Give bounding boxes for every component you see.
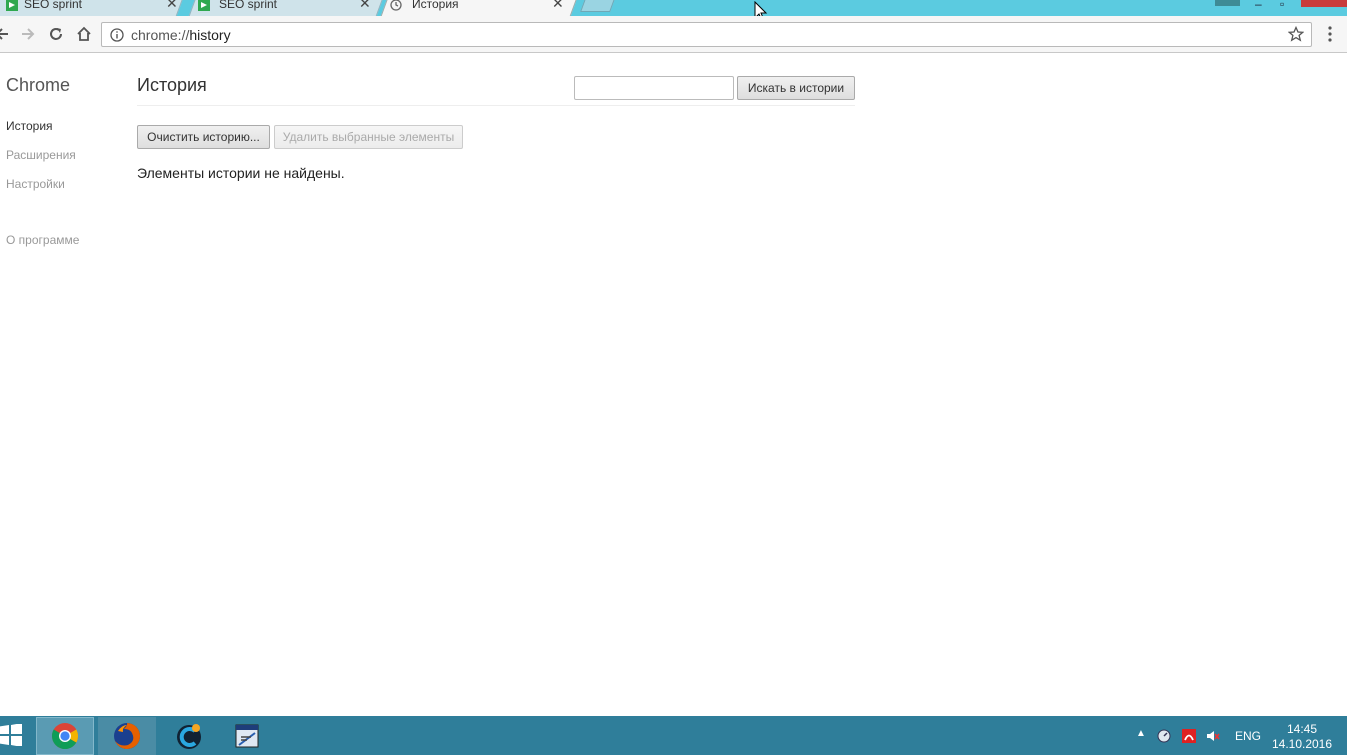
tab-strip: SEO sprint ✕ SEO sprint ✕ История ✕ – ▫ (0, 0, 1347, 16)
language-indicator[interactable]: ENG (1235, 729, 1261, 743)
chrome-icon (51, 723, 79, 750)
windows-start-icon[interactable] (0, 724, 22, 746)
history-search-input[interactable] (574, 76, 734, 100)
window-close-button[interactable] (1301, 0, 1347, 7)
firefox-icon (114, 723, 140, 749)
tab-title: История (412, 0, 459, 11)
tab-seo-sprint-2[interactable]: SEO sprint ✕ (187, 0, 385, 16)
back-button[interactable] (0, 24, 12, 44)
volume-muted-icon[interactable] (1206, 729, 1220, 743)
page-title: История (137, 75, 207, 95)
forward-arrow-icon (22, 28, 35, 40)
seo-sprint-favicon-icon (6, 0, 18, 11)
sidebar-item-settings[interactable]: Настройки (6, 177, 65, 191)
delete-selected-button[interactable]: Удалить выбранные элементы (274, 125, 463, 149)
url-path: history (189, 27, 231, 43)
minimize-icon[interactable]: – (1255, 0, 1262, 11)
sidebar-item-extensions[interactable]: Расширения (6, 148, 76, 162)
bookmark-star-icon[interactable] (1288, 26, 1304, 42)
tab-seo-sprint-1[interactable]: SEO sprint ✕ (0, 0, 185, 16)
address-bar[interactable]: chrome://history (101, 22, 1312, 47)
info-icon[interactable] (110, 28, 124, 42)
sidebar-item-about[interactable]: О программе (6, 233, 79, 247)
tab-close-icon[interactable]: ✕ (166, 0, 178, 10)
url-text: chrome://history (131, 27, 231, 43)
search-history-button[interactable]: Искать в истории (737, 76, 855, 100)
clear-history-button[interactable]: Очистить историю... (137, 125, 270, 149)
url-scheme: chrome:// (131, 27, 190, 43)
clock-time: 14:45 (1286, 722, 1318, 736)
chrome-menu-icon[interactable] (1322, 24, 1338, 44)
sidebar-item-history[interactable]: История (6, 119, 53, 133)
ccleaner-icon (177, 724, 201, 749)
network-icon[interactable] (1157, 729, 1171, 743)
tab-close-icon[interactable]: ✕ (359, 0, 371, 10)
back-arrow-icon (0, 28, 8, 40)
home-button[interactable] (74, 24, 94, 44)
taskbar-firefox[interactable] (98, 717, 156, 755)
windows-taskbar: ▲ ENG 14:45 14.10.2016 (0, 716, 1347, 755)
tab-history[interactable]: История ✕ (379, 0, 579, 16)
forward-button[interactable] (18, 24, 38, 44)
antivirus-icon[interactable] (1182, 729, 1196, 743)
sidebar-brand: Chrome (6, 75, 71, 95)
taskbar-app-window[interactable] (218, 717, 276, 755)
tab-title: SEO sprint (219, 0, 278, 11)
taskbar-ccleaner[interactable] (160, 717, 218, 755)
tab-title: SEO sprint (24, 0, 83, 11)
new-tab-button[interactable] (580, 0, 616, 12)
system-clock[interactable]: 14:45 14.10.2016 (1270, 722, 1334, 752)
header-divider (137, 105, 855, 106)
user-profile-icon[interactable] (1215, 0, 1240, 6)
browser-toolbar: chrome://history (0, 16, 1347, 53)
empty-history-message: Элементы истории не найдены. (137, 165, 345, 181)
seo-sprint-favicon-icon (198, 0, 210, 11)
tab-close-icon[interactable]: ✕ (552, 0, 564, 10)
tray-expand-icon[interactable]: ▲ (1136, 728, 1146, 739)
reload-button[interactable] (46, 24, 66, 44)
reload-icon (50, 28, 62, 40)
maximize-icon[interactable]: ▫ (1280, 0, 1284, 11)
home-icon (77, 26, 91, 41)
clock-date: 14.10.2016 (1271, 737, 1333, 751)
app-window-icon (235, 724, 259, 748)
taskbar-chrome[interactable] (36, 717, 94, 755)
history-clock-icon (390, 0, 402, 11)
